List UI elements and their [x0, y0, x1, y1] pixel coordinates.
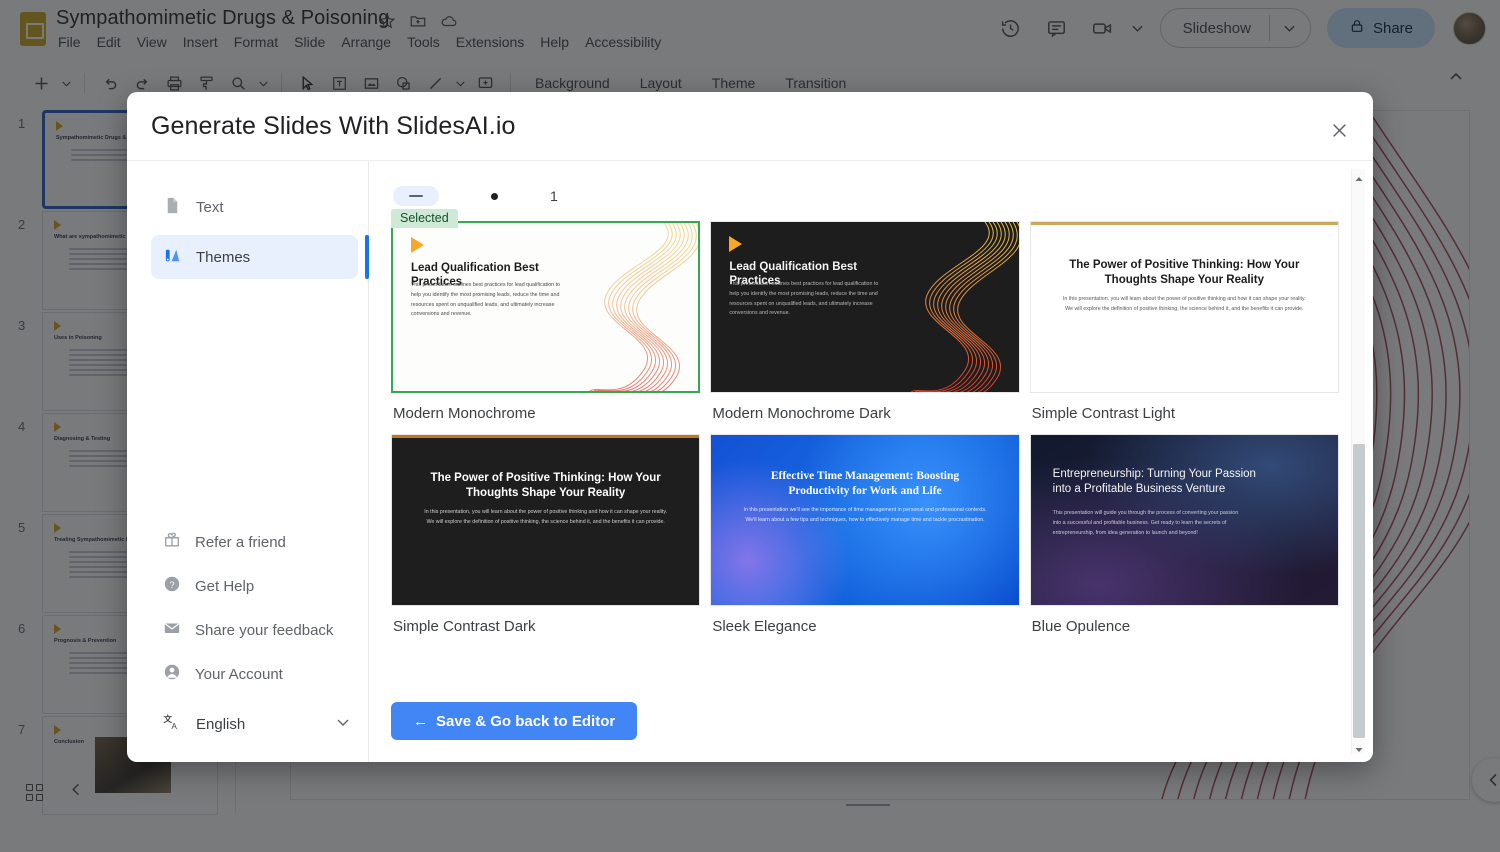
theme-name: Simple Contrast Light [1030, 393, 1339, 422]
themes-scrollbar[interactable] [1351, 169, 1365, 754]
slide-preview-body: Lead Qualification Best Practices This p… [711, 222, 1018, 392]
sidebar-link-label: Get Help [195, 578, 254, 595]
save-button-label: Save & Go back to Editor [436, 713, 615, 730]
translate-icon: 文 A [163, 713, 182, 736]
theme-name: Modern Monochrome Dark [710, 393, 1019, 422]
themes-grid: Selected Lead Qualification Best Practic… [391, 221, 1339, 635]
gift-icon [163, 531, 181, 553]
theme-name: Modern Monochrome [391, 393, 700, 422]
sidebar-link-label: Your Account [195, 666, 283, 683]
theme-name: Simple Contrast Dark [391, 606, 700, 635]
theme-preview[interactable]: Effective Time Management: Boosting Prod… [710, 434, 1019, 606]
pagination-control: 1 [391, 179, 1339, 213]
theme-body-text: This presentation outlines best practice… [411, 281, 570, 320]
theme-preview[interactable]: The Power of Positive Thinking: How Your… [391, 434, 700, 606]
themes-panel: 1 Selected Lead Qualification Best Pract… [369, 161, 1373, 762]
back-arrow-icon: ← [413, 713, 428, 730]
sidebar-item-refer-a-friend[interactable]: Refer a friend [151, 522, 358, 562]
theme-heading: The Power of Positive Thinking: How Your… [1068, 258, 1302, 288]
play-arrow-icon [729, 236, 742, 252]
sidebar-item-text[interactable]: Text [151, 185, 358, 229]
svg-text:?: ? [169, 580, 174, 590]
theme-card-modern-monochrome[interactable]: Selected Lead Qualification Best Practic… [391, 221, 700, 422]
scroll-down-icon[interactable] [1354, 742, 1364, 752]
theme-name: Sleek Elegance [710, 606, 1019, 635]
person-circle-icon [163, 663, 181, 685]
sidebar-link-label: Share your feedback [195, 622, 333, 639]
modal-title: Generate Slides With SlidesAI.io [151, 112, 515, 141]
themes-icon [163, 246, 182, 269]
slidesai-modal: Generate Slides With SlidesAI.io Text [127, 92, 1373, 762]
accent-top-bar [1031, 222, 1338, 225]
theme-heading: The Power of Positive Thinking: How Your… [429, 471, 663, 501]
sidebar-item-label: Text [196, 199, 224, 216]
language-label: English [196, 716, 245, 733]
theme-card-blue-opulence[interactable]: Entrepreneurship: Turning Your Passion i… [1030, 434, 1339, 635]
play-arrow-icon [411, 237, 424, 253]
theme-card-simple-contrast-light[interactable]: The Power of Positive Thinking: How Your… [1030, 221, 1339, 422]
themes-scroll-area[interactable]: 1 Selected Lead Qualification Best Pract… [369, 161, 1373, 686]
slide-preview-body: The Power of Positive Thinking: How Your… [392, 435, 699, 605]
theme-preview[interactable]: Lead Qualification Best Practices This p… [710, 221, 1019, 393]
theme-preview[interactable]: Entrepreneurship: Turning Your Passion i… [1030, 434, 1339, 606]
sidebar-item-get-help[interactable]: ? Get Help [151, 566, 358, 606]
scrollbar-thumb[interactable] [1353, 444, 1365, 738]
minus-icon[interactable] [393, 186, 439, 206]
accent-top-bar [392, 435, 699, 438]
wave-artwork [568, 223, 698, 391]
theme-card-sleek-elegance[interactable]: Effective Time Management: Boosting Prod… [710, 434, 1019, 635]
page-number[interactable]: 1 [550, 188, 558, 204]
sidebar-links: Refer a friend ? Get Help Share your fee… [127, 522, 368, 762]
close-icon[interactable] [1327, 118, 1351, 142]
theme-body-text: This presentation will guide you through… [1053, 509, 1246, 538]
chevron-down-icon[interactable] [336, 715, 350, 733]
modal-body: Text Themes [127, 160, 1373, 762]
wave-artwork [889, 222, 1019, 392]
theme-preview[interactable]: Lead Qualification Best Practices This p… [391, 221, 700, 393]
help-circle-icon: ? [163, 575, 181, 597]
language-selector[interactable]: 文 A English [151, 702, 350, 746]
sidebar-item-label: Themes [196, 249, 250, 266]
theme-card-simple-contrast-dark[interactable]: The Power of Positive Thinking: How Your… [391, 434, 700, 635]
modal-header: Generate Slides With SlidesAI.io [127, 92, 1373, 160]
mail-icon [163, 619, 181, 641]
slide-preview-body: The Power of Positive Thinking: How Your… [1031, 222, 1338, 392]
theme-body-text: In this presentation we'll see the impor… [739, 505, 991, 525]
theme-preview[interactable]: The Power of Positive Thinking: How Your… [1030, 221, 1339, 393]
svg-text:A: A [172, 722, 178, 731]
sidebar-item-your-account[interactable]: Your Account [151, 654, 358, 694]
slide-preview-body: Lead Qualification Best Practices This p… [393, 223, 698, 391]
pagination-dot[interactable] [491, 193, 498, 200]
modal-sidebar: Text Themes [127, 161, 369, 762]
theme-name: Blue Opulence [1030, 606, 1339, 635]
scroll-up-icon[interactable] [1354, 171, 1364, 181]
slide-preview-body: Entrepreneurship: Turning Your Passion i… [1031, 435, 1338, 605]
save-and-go-back-button[interactable]: ← Save & Go back to Editor [391, 702, 637, 740]
theme-body-text: In this presentation, you will learn abo… [420, 507, 672, 527]
slide-preview-body: Effective Time Management: Boosting Prod… [711, 435, 1018, 605]
theme-heading: Effective Time Management: Boosting Prod… [748, 469, 982, 499]
sidebar-item-share-feedback[interactable]: Share your feedback [151, 610, 358, 650]
selected-badge: Selected [391, 209, 458, 228]
theme-body-text: This presentation outlines best practice… [729, 280, 889, 319]
theme-body-text: In this presentation, you will learn abo… [1058, 294, 1310, 314]
theme-card-modern-monochrome-dark[interactable]: Lead Qualification Best Practices This p… [710, 221, 1019, 422]
sidebar-item-themes[interactable]: Themes [151, 235, 358, 279]
sidebar-spacer [127, 285, 368, 522]
sidebar-link-label: Refer a friend [195, 534, 286, 551]
document-icon [163, 196, 182, 219]
theme-heading: Entrepreneurship: Turning Your Passion i… [1053, 467, 1271, 497]
modal-footer: ← Save & Go back to Editor [369, 686, 1373, 762]
